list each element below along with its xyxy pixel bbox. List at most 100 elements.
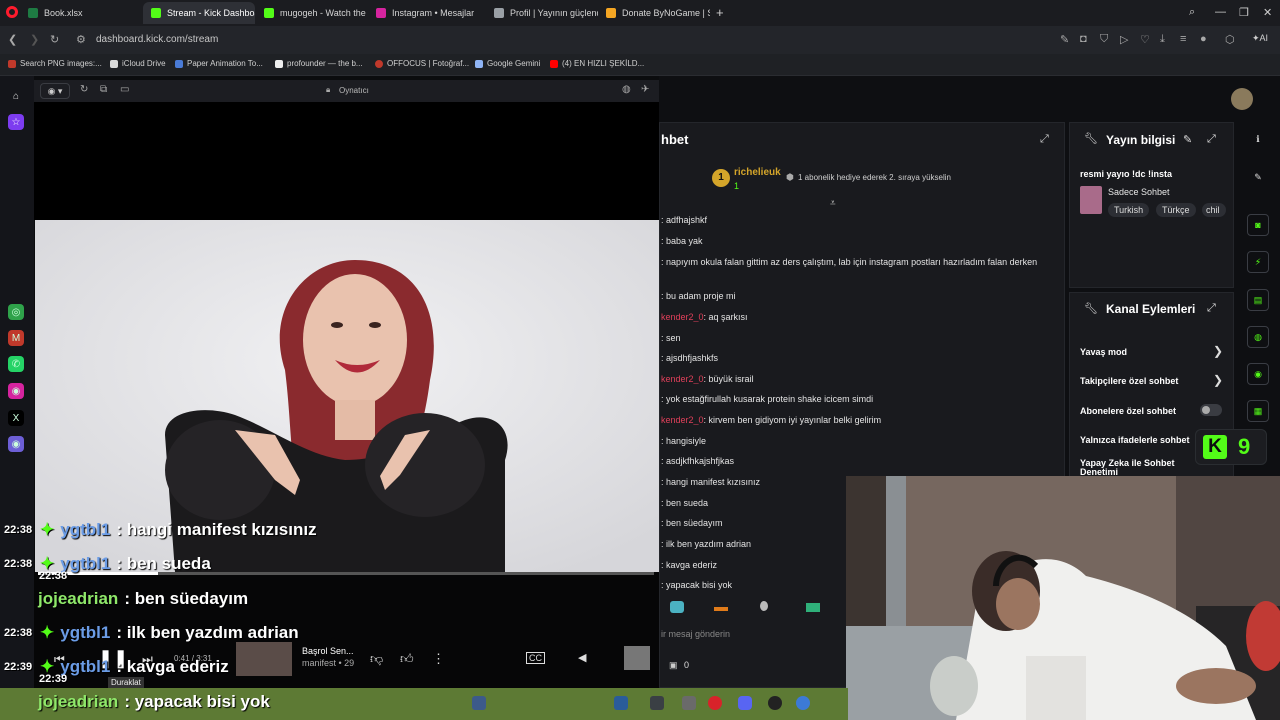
volume-icon[interactable]: ◀ [578, 651, 586, 664]
maximize-icon[interactable]: ❐ [1239, 6, 1249, 19]
emote-icon[interactable] [714, 607, 728, 611]
category-name[interactable]: Sadece Sohbet [1108, 187, 1170, 197]
action-emote-only[interactable]: Yalnızca ifadelerle sohbet [1080, 435, 1190, 445]
action-followers-only[interactable]: Takipçilere özel sohbet [1080, 376, 1178, 386]
new-tab-button[interactable]: + [716, 5, 724, 20]
bookmark-item[interactable]: (4) EN HIZLI ŞEKİLD... [550, 59, 644, 68]
site-info-icon[interactable]: ⚙ [76, 33, 86, 46]
action-ai-moderation[interactable]: Yapay Zeka ile Sohbet Denetimi [1080, 459, 1190, 476]
scroll-down-icon[interactable]: ⩡ [830, 198, 836, 209]
minimize-icon[interactable]: — [1215, 6, 1226, 18]
tab-kick-dashboard[interactable]: Stream - Kick Dashboard [143, 2, 255, 24]
x-icon[interactable]: X [8, 410, 24, 426]
refresh-icon[interactable]: ↻ [80, 84, 88, 95]
pinned-user[interactable]: richelieuk [734, 167, 781, 178]
url-field[interactable]: dashboard.kick.com/stream [96, 34, 218, 45]
profile-icon[interactable]: ● [1200, 33, 1207, 45]
dislike-icon[interactable]: 👎︎ [370, 651, 383, 667]
reload-icon[interactable]: ↻ [50, 33, 59, 46]
tag-chip[interactable]: Turkish [1108, 203, 1150, 217]
home-icon[interactable]: ⌂ [8, 88, 24, 104]
lightning-icon[interactable]: ⚡︎ [1247, 251, 1269, 273]
action-slow-mode[interactable]: Yavaş mod [1080, 347, 1127, 357]
action-subscribers-only[interactable]: Abonelere özel sohbet [1080, 406, 1176, 416]
play-icon[interactable]: ▷ [1120, 33, 1128, 46]
chat-input[interactable]: ir mesaj gönderin [661, 629, 730, 639]
emote-icon[interactable] [806, 603, 820, 612]
save-icon[interactable]: ▦ [1247, 400, 1269, 422]
avatar[interactable] [1231, 88, 1253, 110]
taskbar-app-icon[interactable] [682, 696, 696, 710]
tab-book[interactable]: Book.xlsx [20, 2, 140, 24]
tab-instagram[interactable]: Instagram • Mesajlar [368, 2, 484, 24]
bookmark-item[interactable]: profounder — the b... [275, 59, 363, 68]
taskbar-app-icon[interactable] [796, 696, 810, 710]
bookmark-item[interactable]: Google Gemini [475, 59, 540, 68]
pin-icon[interactable]: ✈ [641, 84, 649, 95]
ai-button[interactable]: ✦AI [1252, 33, 1268, 44]
popout-icon[interactable]: ⤢ [1040, 133, 1049, 146]
subscribers-only-toggle[interactable] [1200, 404, 1222, 416]
edit-icon[interactable]: ✎ [1060, 33, 1069, 46]
pencil-icon[interactable]: ✎ [1247, 166, 1269, 188]
emote-icon[interactable] [760, 601, 768, 611]
bookmark-item[interactable]: iCloud Drive [110, 59, 166, 68]
player-menu-button[interactable]: ◉ ▾ [40, 83, 70, 99]
more-icon[interactable]: ⋮ [432, 651, 445, 667]
player-icon[interactable]: ◉ [8, 436, 24, 452]
chat-bubble-icon[interactable]: ◍ [1247, 326, 1269, 348]
camera-icon[interactable]: ◙ [1247, 214, 1269, 236]
tag-chip[interactable]: Türkçe [1156, 203, 1196, 217]
opera-logo-icon[interactable] [6, 6, 18, 18]
shield-icon[interactable]: ⛉ [1100, 33, 1108, 46]
tag-chip[interactable]: chil [1202, 203, 1226, 217]
tab-profil[interactable]: Profil | Yayının güçlendirm [486, 2, 598, 24]
taskbar-app-icon[interactable] [472, 696, 486, 710]
bookmark-item[interactable]: Paper Animation To... [175, 59, 263, 68]
opera-taskbar-icon[interactable] [708, 696, 722, 710]
star-icon[interactable]: ☆ [8, 114, 24, 130]
overlay-chat-line: 22:38 ✦ ygtbl1: ben sueda [4, 549, 211, 579]
chat-username[interactable]: kender2_0 [661, 312, 704, 322]
popout-icon[interactable]: ⤢ [1207, 133, 1216, 146]
window-icon[interactable]: ▭ [120, 84, 129, 95]
chevron-right-icon[interactable]: ❯ [1213, 373, 1223, 387]
copy-icon[interactable]: ⧉ [100, 84, 107, 95]
whatsapp-icon[interactable]: ◎ [8, 304, 24, 320]
captions-icon[interactable]: CC [526, 652, 545, 664]
close-icon[interactable]: ✕ [1263, 6, 1272, 19]
video-title[interactable]: Başrol Sen... [302, 646, 354, 656]
chevron-right-icon[interactable]: ❯ [1213, 344, 1223, 358]
back-icon[interactable]: ❮ [8, 33, 17, 46]
taskbar-app-icon[interactable] [650, 696, 664, 710]
chat-username[interactable]: kender2_0 [661, 415, 704, 425]
popout-icon[interactable]: ⤢ [1207, 302, 1216, 315]
bookmark-item[interactable]: Search PNG images:... [8, 59, 102, 68]
document-icon[interactable]: ▤ [1247, 289, 1269, 311]
edit-icon[interactable]: ✎ [1183, 133, 1192, 146]
forward-icon[interactable]: ❯ [30, 33, 39, 46]
emote-icon[interactable] [670, 601, 684, 613]
download-icon[interactable]: ⤓ [1160, 33, 1165, 46]
chat-username[interactable]: kender2_0 [661, 374, 704, 384]
taskbar-app-icon[interactable] [614, 696, 628, 710]
instagram-icon[interactable]: ◉ [8, 383, 24, 399]
mute-icon[interactable]: ◍ [622, 84, 631, 95]
tab-donate[interactable]: Donate ByNoGame | Strea [598, 2, 710, 24]
camera-icon[interactable]: ◘ [1080, 33, 1087, 45]
gmail-icon[interactable]: M [8, 330, 24, 346]
heart-icon[interactable]: ♡ [1140, 33, 1150, 46]
menu-icon[interactable]: ≡ [1180, 33, 1186, 45]
info-icon[interactable]: ℹ [1247, 128, 1269, 150]
obs-icon[interactable] [768, 696, 782, 710]
discord-icon[interactable] [738, 696, 752, 710]
broadcast-icon[interactable]: ◉ [1247, 363, 1269, 385]
extensions-icon[interactable]: ⬡ [1225, 33, 1235, 46]
tab-mugogeh[interactable]: mugogeh - Watch the VO [256, 2, 368, 24]
viewer-count: 9 [1238, 434, 1251, 459]
bookmark-item[interactable]: OFFOCUS | Fotoğraf... [375, 59, 469, 68]
like-icon[interactable]: 👍︎ [400, 651, 414, 667]
whatsapp-icon[interactable]: ✆ [8, 356, 24, 372]
miniplayer-icon[interactable] [624, 646, 650, 670]
search-tabs-icon[interactable]: ⌕ [1189, 6, 1195, 19]
